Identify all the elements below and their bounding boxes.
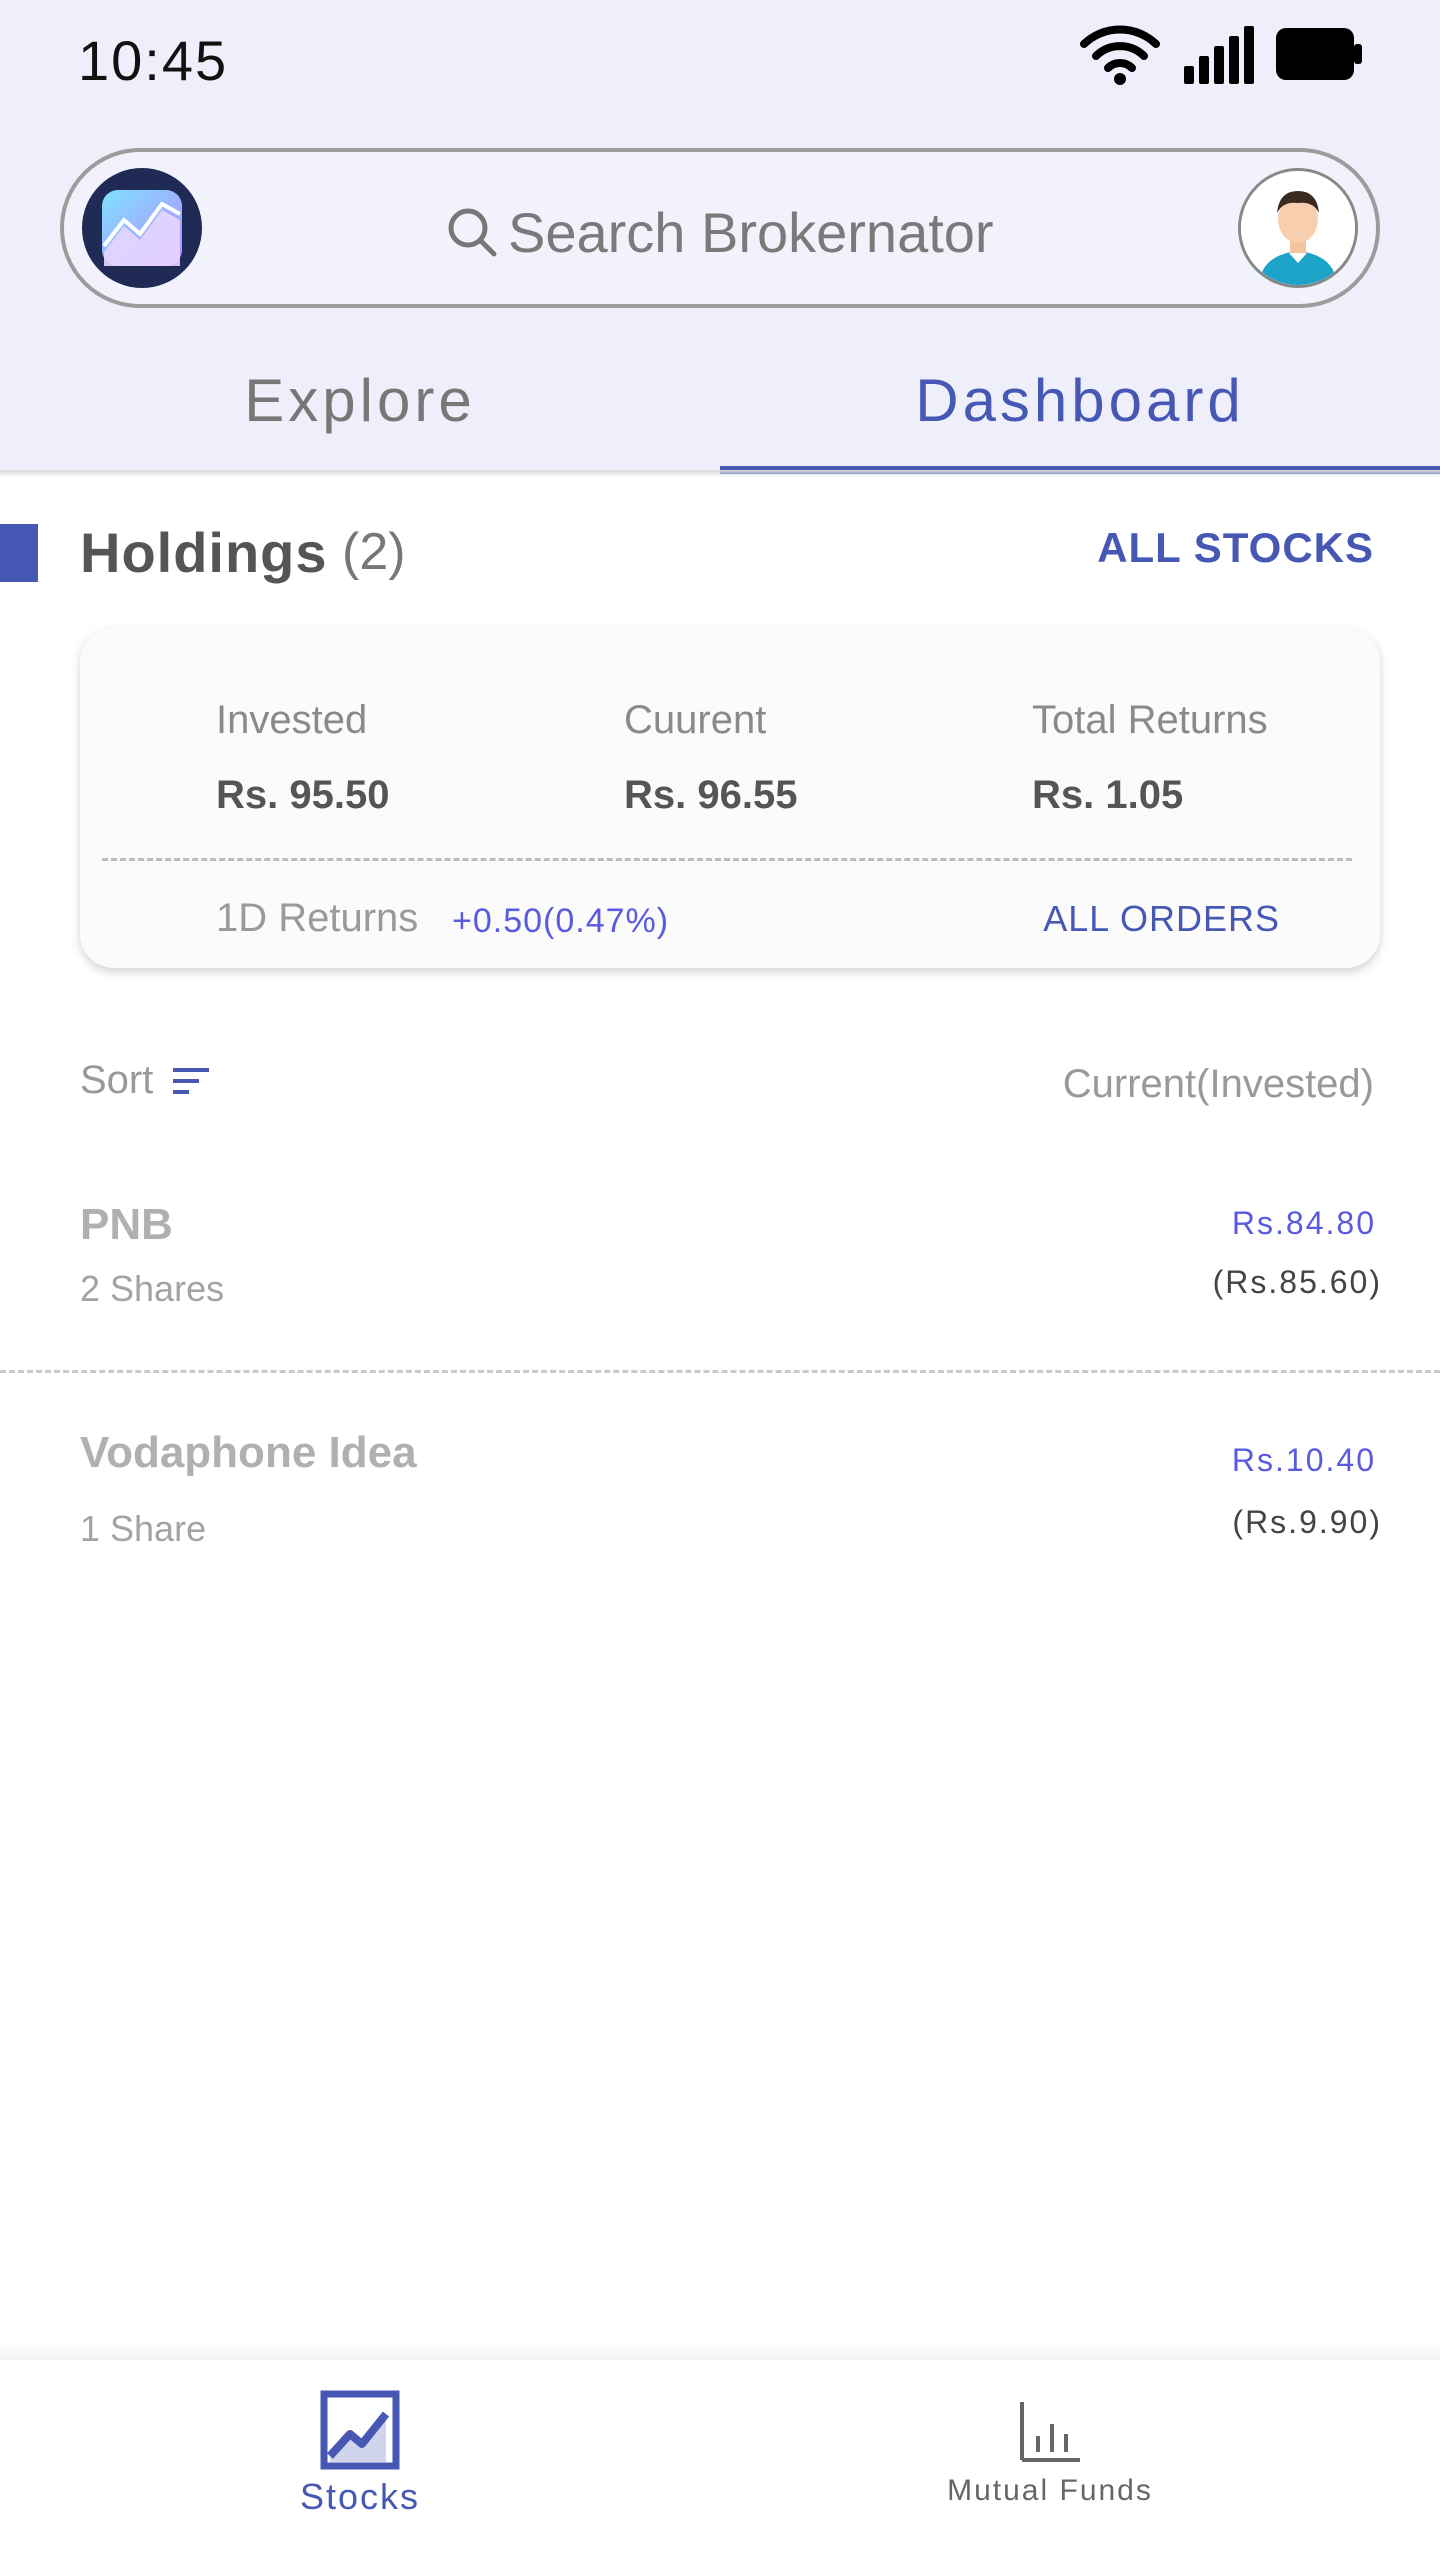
current-metric: Cuurent Rs. 96.55 bbox=[624, 698, 797, 818]
profile-avatar[interactable] bbox=[1238, 168, 1358, 288]
nav-mutual-funds-label: Mutual Funds bbox=[947, 2474, 1153, 2507]
current-invested-header: Current(Invested) bbox=[1062, 1062, 1374, 1106]
current-value: Rs. 96.55 bbox=[624, 773, 798, 817]
search-icon bbox=[448, 208, 497, 257]
stock-quantity: 2 Shares bbox=[80, 1268, 225, 1309]
stock-name: PNB bbox=[80, 1200, 173, 1249]
search-placeholder: Search Brokernator bbox=[508, 200, 994, 264]
invested-metric: Invested Rs. 95.50 bbox=[216, 698, 389, 818]
battery-icon bbox=[1276, 28, 1362, 80]
app-logo-icon bbox=[102, 190, 182, 266]
status-time: 10:45 bbox=[78, 29, 229, 92]
sort-icon bbox=[173, 1067, 210, 1094]
total-returns-metric: Total Returns Rs. 1.05 bbox=[1032, 698, 1268, 818]
status-bar: 10:45 bbox=[0, 0, 1440, 120]
nav-stocks[interactable]: Stocks bbox=[0, 2360, 720, 2560]
search-bar[interactable]: Search Brokernator bbox=[60, 148, 1380, 308]
app-logo[interactable] bbox=[82, 168, 202, 288]
stock-current-value: Rs.10.40 bbox=[1231, 1442, 1376, 1478]
section-marker bbox=[0, 524, 38, 582]
all-stocks-button[interactable]: ALL STOCKS bbox=[1097, 524, 1374, 572]
tab-dashboard[interactable]: Dashboard bbox=[720, 350, 1440, 470]
sort-button[interactable]: Sort bbox=[80, 1058, 211, 1103]
stock-invested-value: (Rs.85.60) bbox=[1212, 1264, 1382, 1300]
stocks-chart-icon bbox=[320, 2390, 400, 2470]
holdings-title: Holdings bbox=[80, 521, 328, 584]
bottom-nav-shadow bbox=[0, 2342, 1440, 2362]
holdings-count: (2) bbox=[342, 523, 406, 581]
holdings-summary-card: Invested Rs. 95.50 Cuurent Rs. 96.55 Tot… bbox=[80, 628, 1380, 968]
nav-stocks-label: Stocks bbox=[299, 2476, 421, 2517]
total-returns-value: Rs. 1.05 bbox=[1032, 773, 1184, 817]
stock-invested-value: (Rs.9.90) bbox=[1232, 1504, 1382, 1540]
total-returns-label: Total Returns bbox=[1032, 698, 1268, 742]
row-divider bbox=[0, 1370, 1440, 1373]
stock-current-value: Rs.84.80 bbox=[1231, 1205, 1376, 1241]
card-divider bbox=[102, 858, 1352, 861]
invested-value: Rs. 95.50 bbox=[216, 773, 390, 817]
current-label: Cuurent bbox=[624, 698, 767, 742]
status-icons bbox=[1080, 22, 1362, 86]
top-header: 10:45 Search Brokernator Explore Dashboa… bbox=[0, 0, 1440, 470]
stock-name: Vodaphone Idea bbox=[80, 1428, 417, 1477]
stock-quantity: 1 Share bbox=[80, 1508, 207, 1549]
wifi-icon bbox=[1080, 25, 1160, 85]
search-field[interactable]: Search Brokernator bbox=[444, 192, 994, 272]
user-avatar-icon bbox=[1241, 171, 1355, 285]
header-shadow bbox=[0, 470, 1440, 478]
tab-bar: Explore Dashboard bbox=[0, 350, 1440, 470]
one-day-returns-value: +0.50(0.47%) bbox=[452, 902, 670, 940]
nav-mutual-funds[interactable]: Mutual Funds bbox=[690, 2360, 1410, 2560]
sort-label: Sort bbox=[80, 1058, 154, 1102]
all-orders-button[interactable]: ALL ORDERS bbox=[1043, 898, 1280, 940]
bar-chart-icon bbox=[1020, 2402, 1080, 2462]
bottom-navigation: Stocks Mutual Funds bbox=[0, 2360, 1440, 2560]
one-day-returns-label: 1D Returns bbox=[216, 896, 419, 940]
tab-explore[interactable]: Explore bbox=[0, 350, 720, 470]
signal-icon bbox=[1184, 26, 1254, 84]
invested-label: Invested bbox=[216, 698, 368, 742]
